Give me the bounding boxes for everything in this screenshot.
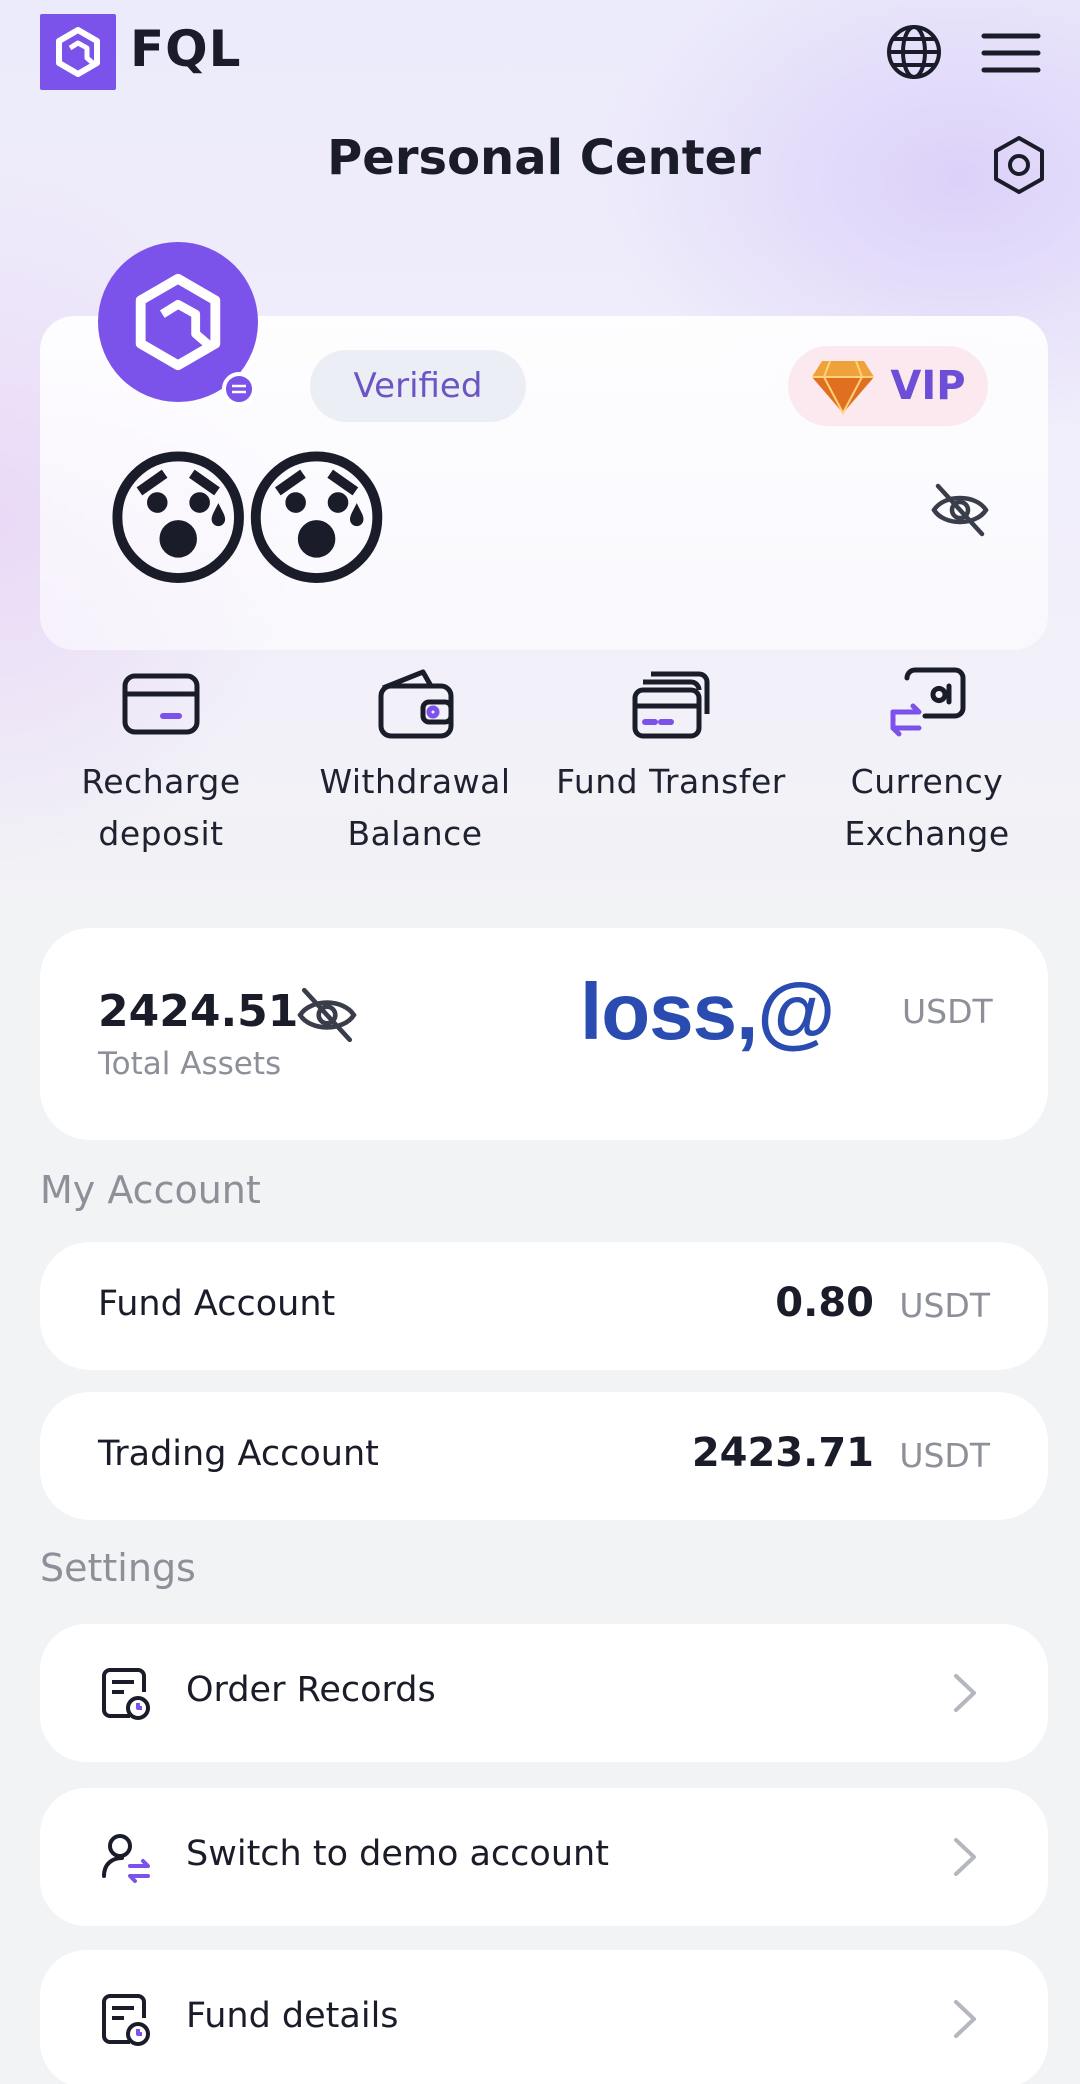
vip-label: VIP (890, 363, 966, 409)
stacked-cards-icon (632, 671, 710, 739)
qa-label-line1: Withdrawal (319, 762, 511, 801)
avatar-edit-icon[interactable] (222, 372, 256, 406)
card-icon (122, 673, 200, 735)
account-value: 0.80 (775, 1280, 874, 1326)
my-account-heading: My Account (40, 1168, 261, 1212)
vip-badge[interactable]: VIP (788, 346, 988, 426)
account-unit: USDT (899, 1436, 990, 1475)
settings-heading: Settings (40, 1546, 196, 1590)
fund-transfer-button[interactable]: Fund Transfer (546, 664, 796, 808)
account-unit: USDT (899, 1286, 990, 1325)
chevron-right-icon (954, 2000, 976, 2038)
order-records-item[interactable]: Order Records (40, 1624, 1048, 1762)
qa-label-line2: Balance (347, 814, 483, 853)
anxious-face-emoji: 😰😰 (100, 434, 395, 608)
fund-details-icon (102, 1994, 150, 2046)
currency-exchange-button[interactable]: Currency Exchange (802, 664, 1052, 860)
gear-icon[interactable] (988, 134, 1050, 196)
order-records-icon (102, 1668, 150, 1720)
qa-label-line1: Currency (850, 762, 1004, 801)
qa-label-line1: Recharge (81, 762, 241, 801)
fund-details-item[interactable]: Fund details (40, 1950, 1048, 2084)
settings-item-label: Switch to demo account (186, 1834, 609, 1874)
account-name: Trading Account (98, 1434, 379, 1474)
user-switch-icon (102, 1834, 150, 1883)
trading-account-row[interactable]: Trading Account 2423.71 USDT (40, 1392, 1048, 1520)
account-value: 2423.71 (691, 1430, 874, 1476)
verified-badge: Verified (310, 350, 526, 422)
settings-item-label: Fund details (186, 1996, 399, 2036)
hamburger-menu-icon[interactable] (980, 28, 1042, 78)
wallet-icon (378, 669, 454, 739)
chevron-right-icon (954, 1838, 976, 1876)
diamond-icon (812, 360, 875, 415)
eye-off-icon[interactable] (930, 480, 990, 540)
fund-account-row[interactable]: Fund Account 0.80 USDT (40, 1242, 1048, 1370)
eye-off-icon[interactable] (296, 984, 358, 1046)
globe-icon[interactable] (884, 22, 944, 82)
qa-label-line2: deposit (98, 814, 224, 853)
overlay-caption: loss,@ (580, 967, 835, 1056)
account-name: Fund Account (98, 1284, 336, 1324)
total-assets-label: Total Assets (98, 1046, 282, 1082)
brand-name: FQL (130, 20, 242, 78)
exchange-icon (890, 667, 966, 737)
recharge-deposit-button[interactable]: Recharge deposit (36, 664, 286, 860)
fql-logo-icon[interactable] (40, 14, 116, 90)
total-assets-value: 2424.51 (98, 986, 299, 1037)
qa-label-line1: Fund Transfer (556, 762, 786, 801)
settings-item-label: Order Records (186, 1670, 436, 1710)
chevron-right-icon (954, 1674, 976, 1712)
assets-unit: USDT (902, 992, 993, 1031)
qa-label-line2: Exchange (844, 814, 1010, 853)
switch-demo-account-item[interactable]: Switch to demo account (40, 1788, 1048, 1926)
withdrawal-balance-button[interactable]: Withdrawal Balance (290, 664, 540, 860)
page-title: Personal Center (327, 130, 761, 186)
